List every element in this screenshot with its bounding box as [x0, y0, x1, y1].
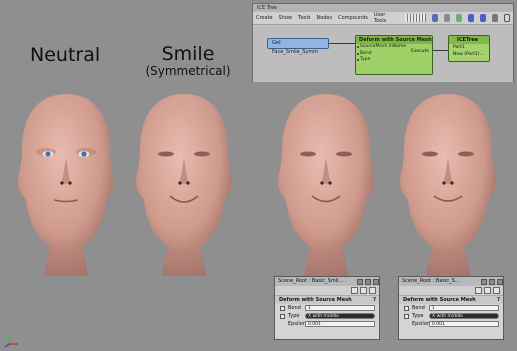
ppg1-minimize-icon[interactable] [365, 278, 371, 285]
wire-get-to-deform [329, 43, 355, 44]
ice-tree-title: ICE Tree [253, 4, 513, 12]
caption-smile: Smile (Symmetrical) [140, 44, 236, 79]
ppg1-type-animate-checkbox[interactable] [280, 313, 285, 319]
ppg1-titlebar[interactable]: Scene_Root : Basic_Smil... [275, 277, 379, 286]
ppg1-epsilon-label: Epsilon [288, 321, 306, 327]
ppg2-section-title: Deform with Source Mesh [403, 297, 476, 303]
menu-tools[interactable]: Tools [298, 15, 310, 21]
ppg2-type-dropdown[interactable]: X with middle [429, 313, 499, 319]
refresh-icon[interactable] [455, 14, 462, 22]
ppg1-bend-field[interactable]: 1 [305, 305, 375, 311]
node-get-face-smile[interactable]: Get Face_Smile_Symm [267, 38, 329, 55]
ice-tree-menubar: Create Show Tools Nodes Compounds User T… [253, 12, 513, 25]
ice-tree-bookmark-strip[interactable] [404, 14, 426, 22]
ppg2-bend-animate-checkbox[interactable] [404, 305, 409, 311]
ppg2-bend-label: Bend [412, 305, 425, 311]
node-deform-port-type[interactable]: Type [356, 57, 432, 64]
back-icon[interactable] [467, 14, 474, 22]
ppg1-section-header[interactable]: Deform with Source Mesh? [275, 296, 379, 304]
menu-show[interactable]: Show [279, 15, 293, 21]
ppg1-title: Scene_Root : Basic_Smil... [278, 278, 344, 284]
menu-nodes[interactable]: Nodes [316, 15, 332, 21]
ppg2-row-type: Type X with middle [399, 312, 503, 320]
ppg2-section-header[interactable]: Deform with Source Mesh? [399, 296, 503, 304]
caption-smile-sub: (Symmetrical) [145, 64, 231, 78]
head-smile-variant-1[interactable] [270, 88, 382, 278]
wire-deform-to-tree [433, 50, 448, 51]
ppg1-row-bend: Bend 1 [275, 304, 379, 312]
pin-icon[interactable] [431, 14, 438, 22]
head-neutral[interactable] [10, 88, 122, 278]
menu-user-tools[interactable]: User Tools [374, 12, 393, 24]
caption-smile-main: Smile [161, 43, 215, 65]
menu-compounds[interactable]: Compounds [338, 15, 368, 21]
ppg2-row-bend: Bend 1 [399, 304, 503, 312]
ppg1-toolbar [275, 286, 379, 296]
ppg2-bend-field[interactable]: 1 [429, 305, 499, 311]
node-deform-execute-port[interactable]: Execute [411, 49, 429, 54]
ppg2-type-label: Type [412, 313, 424, 319]
head-smile-variant-2[interactable] [392, 88, 504, 278]
ppg1-bend-label: Bend [288, 305, 301, 311]
ppg2-type-animate-checkbox[interactable] [404, 313, 409, 319]
ppg2-row-epsilon: Epsilon 0.001 [399, 320, 503, 328]
ppg1-row-type: Type X with middle [275, 312, 379, 320]
ppg2-help-icon[interactable] [481, 278, 487, 285]
help-icon[interactable] [503, 14, 510, 22]
ppg2-refresh-icon[interactable] [484, 287, 491, 294]
caption-neutral: Neutral [30, 44, 101, 66]
ppg2-preset-icon[interactable] [493, 287, 500, 294]
node-deform-title: Deform with Source Mesh [356, 36, 432, 44]
ppg1-refresh-icon[interactable] [360, 287, 367, 294]
ppg2-epsilon-field[interactable]: 0.001 [429, 321, 499, 327]
property-panel-2[interactable]: Scene_Root : Basic_S... Deform with Sour… [398, 276, 504, 340]
property-panel-1[interactable]: Scene_Root : Basic_Smil... Deform with S… [274, 276, 380, 340]
ppg2-toolbar [399, 286, 503, 296]
ppg1-help-icon[interactable] [357, 278, 363, 285]
ppg1-row-epsilon: Epsilon 0.001 [275, 320, 379, 328]
node-icetree[interactable]: ICETree Port1 New (Port1)... [448, 35, 490, 62]
ppg2-close-icon[interactable] [497, 278, 503, 285]
ppg1-section-title: Deform with Source Mesh [279, 297, 352, 303]
ppg1-lock-icon[interactable] [351, 287, 358, 294]
ppg2-minimize-icon[interactable] [489, 278, 495, 285]
node-deform-with-source-mesh[interactable]: Deform with Source Mesh SourceMesh InNam… [355, 35, 433, 75]
ppg2-lock-icon[interactable] [475, 287, 482, 294]
ppg1-epsilon-field[interactable]: 0.001 [305, 321, 375, 327]
lock-icon[interactable] [443, 14, 450, 22]
axis-gizmo-icon [4, 333, 18, 348]
ppg2-epsilon-label: Epsilon [412, 321, 430, 327]
node-icetree-port1[interactable]: Port1 [449, 44, 489, 51]
ppg1-bend-animate-checkbox[interactable] [280, 305, 285, 311]
node-icetree-title: ICETree [449, 36, 489, 44]
ppg1-type-dropdown[interactable]: X with middle [305, 313, 375, 319]
forward-icon[interactable] [479, 14, 486, 22]
ice-tree-window[interactable]: ICE Tree Create Show Tools Nodes Compoun… [252, 3, 514, 82]
node-icetree-new-port[interactable]: New (Port1)... [449, 51, 489, 58]
ppg2-titlebar[interactable]: Scene_Root : Basic_S... [399, 277, 503, 286]
ppg1-close-icon[interactable] [373, 278, 379, 285]
head-smile-symmetrical[interactable] [128, 88, 240, 278]
ice-tree-canvas[interactable]: Get Face_Smile_Symm Deform with Source M… [253, 26, 513, 82]
menu-create[interactable]: Create [256, 15, 273, 21]
ppg1-type-label: Type [288, 313, 300, 319]
home-icon[interactable] [491, 14, 498, 22]
ppg2-title: Scene_Root : Basic_S... [402, 278, 460, 284]
ppg1-preset-icon[interactable] [369, 287, 376, 294]
